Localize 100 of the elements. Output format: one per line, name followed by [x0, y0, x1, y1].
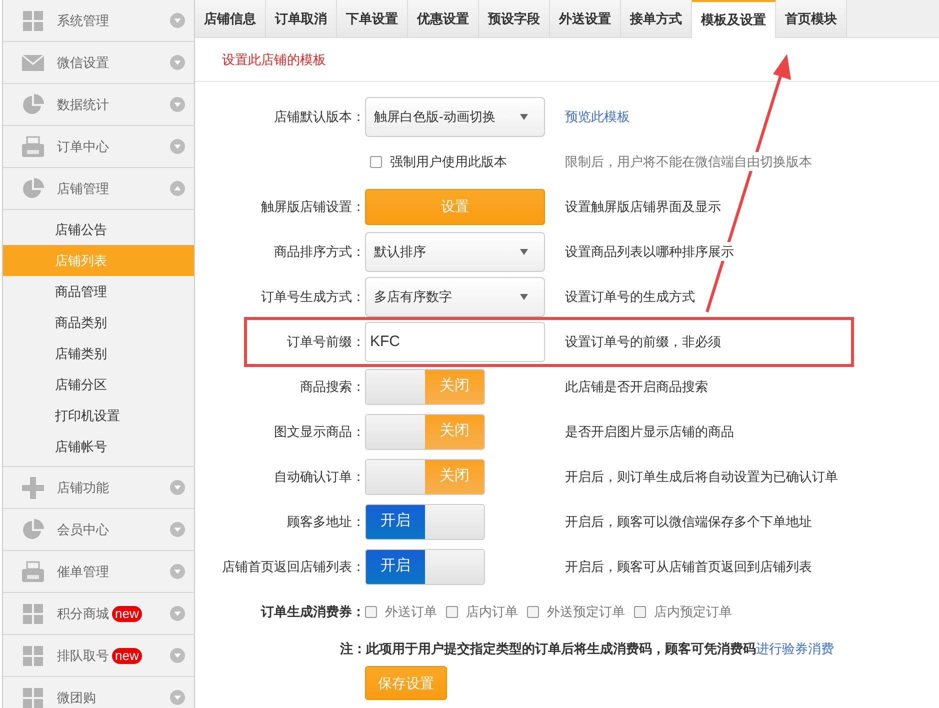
checkbox[interactable]: [370, 156, 382, 168]
expand-icon[interactable]: [170, 564, 185, 579]
sidebar-item[interactable]: 店铺管理: [3, 168, 194, 209]
toggle-switch[interactable]: 开启: [365, 504, 485, 540]
field-label: 顾客多地址：: [287, 512, 365, 531]
expand-icon[interactable]: [170, 690, 185, 705]
printer-icon: [22, 136, 44, 158]
expand-icon[interactable]: [170, 606, 185, 621]
submenu-item[interactable]: 店铺分区: [3, 369, 194, 400]
toggle-on-label: 开启: [366, 550, 425, 584]
submenu-item[interactable]: 打印机设置: [3, 400, 194, 431]
grid-icon: [23, 688, 43, 708]
sidebar-item[interactable]: 积分商城 new: [3, 593, 194, 634]
sidebar-item-label: 积分商城: [57, 604, 109, 623]
checkbox[interactable]: [365, 606, 377, 618]
sidebar-item-label: 订单中心: [57, 138, 109, 156]
expand-icon[interactable]: [170, 522, 185, 537]
field-label: 订单生成消费券：: [261, 602, 365, 621]
tab[interactable]: 接单方式: [621, 0, 692, 37]
tab[interactable]: 外送设置: [550, 0, 621, 37]
tab[interactable]: 订单取消: [266, 0, 337, 37]
preview-template-link[interactable]: 预览此模板: [565, 106, 630, 126]
sidebar-item-label: 催单管理: [57, 562, 109, 581]
toggle-off-label: 关闭: [425, 370, 484, 404]
sidebar-item[interactable]: 店铺功能: [3, 467, 194, 508]
checkbox-label: 强制用户使用此版本: [390, 152, 507, 171]
sidebar-item-label: 会员中心: [57, 520, 109, 539]
sidebar-item[interactable]: 微信设置: [3, 42, 194, 83]
toggle-switch[interactable]: 开启: [365, 548, 485, 584]
dropdown-caret-icon: [520, 114, 528, 120]
sidebar-item[interactable]: 数据统计: [3, 84, 194, 125]
pie-chart-icon: [22, 178, 44, 200]
tab[interactable]: 首页模块: [776, 0, 847, 37]
checkbox-label: 店内订单: [466, 602, 518, 621]
envelope-icon: [22, 54, 44, 70]
grid-icon: [23, 604, 43, 624]
checkbox-label: 店内预定订单: [654, 602, 732, 621]
checkbox[interactable]: [446, 606, 458, 618]
tab[interactable]: 优惠设置: [408, 0, 479, 37]
tab[interactable]: 预设字段: [479, 0, 550, 37]
sidebar-item-label: 数据统计: [57, 96, 109, 114]
field-label: 商品排序方式：: [274, 242, 365, 261]
submenu-item[interactable]: 商品类别: [3, 307, 194, 338]
field-label: 自动确认订单：: [274, 468, 365, 486]
sidebar-item[interactable]: 排队取号 new: [3, 635, 194, 676]
field-label: 图文显示商品：: [274, 422, 365, 441]
toggle-off-label: 关闭: [425, 414, 484, 448]
hint-text: 限制后，用户将不能在微信端自由切换版本: [565, 152, 812, 172]
pie-chart-icon: [22, 518, 44, 540]
checkbox[interactable]: [634, 606, 646, 618]
sidebar-item[interactable]: 催单管理: [3, 551, 194, 592]
plus-icon: [22, 476, 44, 498]
new-badge: new: [112, 606, 142, 622]
checkbox-label: 外送预定订单: [547, 602, 625, 621]
dropdown-select[interactable]: 多店有序数字: [365, 276, 545, 316]
submenu-item[interactable]: 店铺类别: [3, 338, 194, 369]
prefix-input-field[interactable]: KFC: [365, 322, 545, 362]
tab[interactable]: 下单设置: [337, 0, 408, 37]
field-label: 订单号生成方式：: [261, 288, 365, 306]
sidebar-item-label: 微信设置: [57, 54, 109, 72]
submenu-item[interactable]: 店铺帐号: [3, 431, 194, 462]
dropdown-select[interactable]: 触屏白色版-动画切换: [365, 96, 545, 136]
collapse-icon[interactable]: [170, 181, 185, 196]
pie-chart-icon: [22, 94, 44, 116]
field-label: 店铺首页返回店铺列表：: [222, 558, 365, 576]
expand-icon[interactable]: [170, 480, 185, 495]
field-label: 商品搜索：: [300, 378, 365, 396]
grid-icon: [23, 646, 43, 666]
field-label: 触屏版店铺设置：: [261, 198, 365, 216]
submenu-item[interactable]: 商品管理: [3, 276, 194, 307]
toggle-off-label: 关闭: [425, 460, 484, 494]
sidebar-item-label: 系统管理: [57, 12, 109, 30]
expand-icon[interactable]: [170, 13, 185, 28]
sidebar-item[interactable]: 系统管理: [3, 0, 194, 41]
sidebar-item-label: 店铺管理: [57, 180, 109, 198]
expand-icon[interactable]: [170, 139, 185, 154]
tab[interactable]: 模板及设置: [692, 0, 776, 38]
field-label: 店铺默认版本：: [274, 108, 365, 126]
submenu-item[interactable]: 店铺公告: [3, 214, 194, 245]
grid-icon: [23, 10, 43, 30]
checkbox-label: 外送订单: [385, 602, 437, 621]
toggle-on-label: 开启: [366, 504, 425, 538]
sidebar-item[interactable]: 会员中心: [3, 509, 194, 550]
expand-icon[interactable]: [170, 97, 185, 112]
sidebar-item-label: 微团购: [57, 688, 96, 707]
sidebar-item[interactable]: 订单中心: [3, 126, 194, 167]
sidebar-item-label: 店铺功能: [57, 478, 109, 497]
expand-icon[interactable]: [170, 648, 185, 663]
section-title: 设置此店铺的模板: [222, 50, 326, 69]
dropdown-caret-icon: [520, 294, 528, 300]
checkbox[interactable]: [527, 606, 539, 618]
new-badge: new: [112, 648, 142, 664]
expand-icon[interactable]: [170, 55, 185, 70]
tab[interactable]: 店铺信息: [195, 0, 266, 37]
printer-icon: [22, 560, 44, 582]
verify-voucher-link[interactable]: 进行验券消费: [756, 641, 834, 656]
sidebar-item[interactable]: 微团购: [3, 677, 194, 708]
dropdown-select[interactable]: 默认排序: [365, 232, 545, 272]
sidebar-item-label: 排队取号: [57, 646, 109, 665]
dropdown-caret-icon: [520, 248, 528, 254]
